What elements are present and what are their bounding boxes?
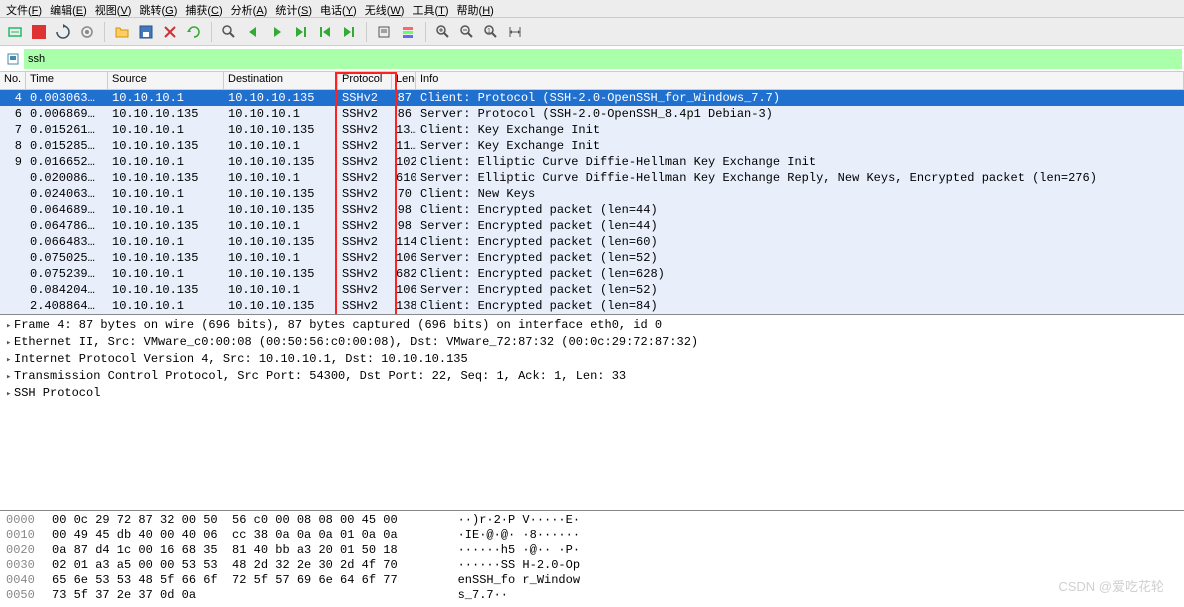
hex-row[interactable]: 00200a 87 d4 1c 00 16 68 35 81 40 bb a3 …	[6, 543, 1178, 558]
display-filter-bar	[0, 46, 1184, 72]
jump-icon[interactable]	[290, 21, 312, 43]
packet-list-header: No. Time Source Destination Protocol Len…	[0, 72, 1184, 90]
packet-row[interactable]: 70.015261…10.10.10.110.10.10.135SSHv213……	[0, 122, 1184, 138]
col-destination[interactable]: Destination	[224, 72, 338, 89]
packet-row[interactable]: 0.024063…10.10.10.110.10.10.135SSHv270Cl…	[0, 186, 1184, 202]
packet-row[interactable]: 0.075239…10.10.10.110.10.10.135SSHv2682C…	[0, 266, 1184, 282]
stop-capture-icon[interactable]	[28, 21, 50, 43]
restart-capture-icon[interactable]	[52, 21, 74, 43]
packet-row[interactable]: 2.408864…10.10.10.110.10.10.135SSHv2138C…	[0, 298, 1184, 314]
packet-row[interactable]: 40.003063…10.10.10.110.10.10.135SSHv287C…	[0, 90, 1184, 106]
hex-row[interactable]: 004065 6e 53 53 48 5f 66 6f 72 5f 57 69 …	[6, 573, 1178, 588]
menu-item[interactable]: 分析(A)	[231, 2, 268, 15]
svg-text:1: 1	[487, 28, 491, 35]
menu-bar: 文件(F) 编辑(E) 视图(V) 跳转(G) 捕获(C) 分析(A) 统计(S) 电话(Y)…	[0, 0, 1184, 18]
open-icon[interactable]	[111, 21, 133, 43]
col-info[interactable]: Info	[416, 72, 1184, 89]
packet-row[interactable]: 0.064689…10.10.10.110.10.10.135SSHv298Cl…	[0, 202, 1184, 218]
find-icon[interactable]	[218, 21, 240, 43]
menu-item[interactable]: 统计(S)	[275, 2, 312, 15]
resize-cols-icon[interactable]	[504, 21, 526, 43]
details-row[interactable]: ▸Internet Protocol Version 4, Src: 10.10…	[6, 351, 1178, 368]
menu-item[interactable]: 工具(T)	[412, 2, 448, 15]
details-row[interactable]: ▸SSH Protocol	[6, 385, 1178, 402]
packet-details-pane[interactable]: ▸Frame 4: 87 bytes on wire (696 bits), 8…	[0, 315, 1184, 511]
autoscroll-icon[interactable]	[373, 21, 395, 43]
hex-row[interactable]: 001000 49 45 db 40 00 40 06 cc 38 0a 0a …	[6, 528, 1178, 543]
packet-row[interactable]: 0.066483…10.10.10.110.10.10.135SSHv2114C…	[0, 234, 1184, 250]
menu-item[interactable]: 电话(Y)	[320, 2, 357, 15]
interfaces-icon[interactable]	[4, 21, 26, 43]
col-time[interactable]: Time	[26, 72, 108, 89]
menu-item[interactable]: 无线(W)	[365, 2, 405, 15]
packet-row[interactable]: 60.006869…10.10.10.13510.10.10.1SSHv286S…	[0, 106, 1184, 122]
main-toolbar: 1	[0, 18, 1184, 46]
next-icon[interactable]	[266, 21, 288, 43]
colorize-icon[interactable]	[397, 21, 419, 43]
hex-row[interactable]: 003002 01 a3 a5 00 00 53 53 48 2d 32 2e …	[6, 558, 1178, 573]
menu-item[interactable]: 帮助(H)	[457, 2, 494, 15]
prev-icon[interactable]	[242, 21, 264, 43]
details-row[interactable]: ▸Frame 4: 87 bytes on wire (696 bits), 8…	[6, 317, 1178, 334]
packet-row[interactable]: 0.064786…10.10.10.13510.10.10.1SSHv298Se…	[0, 218, 1184, 234]
col-source[interactable]: Source	[108, 72, 224, 89]
reload-icon[interactable]	[183, 21, 205, 43]
hex-row[interactable]: 005073 5f 37 2e 37 0d 0a s_7.7··	[6, 588, 1178, 603]
packet-row[interactable]: 0.020086…10.10.10.13510.10.10.1SSHv2610S…	[0, 170, 1184, 186]
packet-row[interactable]: 2.538474…10.10.10.13510.10.10.1SSHv282Se…	[0, 314, 1184, 315]
menu-item[interactable]: 文件(F)	[6, 2, 42, 15]
packet-row[interactable]: 0.084204…10.10.10.13510.10.10.1SSHv2106S…	[0, 282, 1184, 298]
display-filter-input[interactable]	[24, 49, 1182, 69]
zoom-out-icon[interactable]	[456, 21, 478, 43]
packet-bytes-pane[interactable]: 000000 0c 29 72 87 32 00 50 56 c0 00 08 …	[0, 511, 1184, 607]
menu-item[interactable]: 视图(V)	[95, 2, 132, 15]
packet-row[interactable]: 90.016652…10.10.10.110.10.10.135SSHv2102…	[0, 154, 1184, 170]
menu-item[interactable]: 跳转(G)	[139, 2, 177, 15]
first-icon[interactable]	[314, 21, 336, 43]
zoom-reset-icon[interactable]: 1	[480, 21, 502, 43]
packet-row[interactable]: 80.015285…10.10.10.13510.10.10.1SSHv211……	[0, 138, 1184, 154]
menu-item[interactable]: 捕获(C)	[185, 2, 222, 15]
details-row[interactable]: ▸Transmission Control Protocol, Src Port…	[6, 368, 1178, 385]
save-icon[interactable]	[135, 21, 157, 43]
zoom-in-icon[interactable]	[432, 21, 454, 43]
col-no[interactable]: No.	[0, 72, 26, 89]
col-length[interactable]: Length	[392, 72, 416, 89]
last-icon[interactable]	[338, 21, 360, 43]
packet-row[interactable]: 0.075025…10.10.10.13510.10.10.1SSHv2106S…	[0, 250, 1184, 266]
packet-list-pane: No. Time Source Destination Protocol Len…	[0, 72, 1184, 315]
menu-item[interactable]: 编辑(E)	[50, 2, 87, 15]
details-row[interactable]: ▸Ethernet II, Src: VMware_c0:00:08 (00:5…	[6, 334, 1178, 351]
options-icon[interactable]	[76, 21, 98, 43]
col-protocol[interactable]: Protocol	[338, 72, 392, 89]
bookmark-filter-icon[interactable]	[4, 50, 22, 68]
close-icon[interactable]	[159, 21, 181, 43]
hex-row[interactable]: 000000 0c 29 72 87 32 00 50 56 c0 00 08 …	[6, 513, 1178, 528]
